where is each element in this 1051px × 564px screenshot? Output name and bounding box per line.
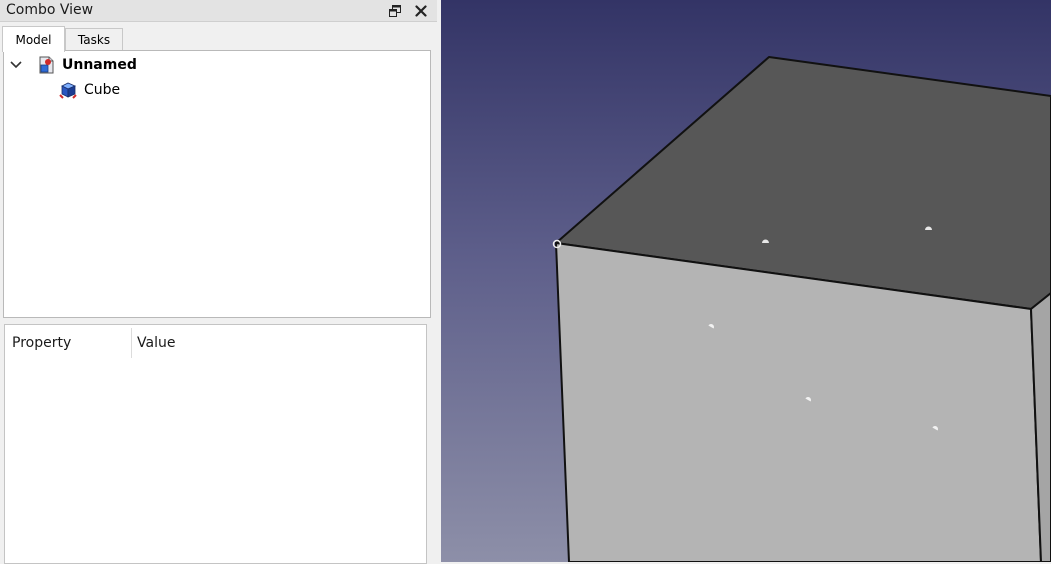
tree-item-unnamed[interactable]: Unnamed	[8, 54, 137, 76]
tree-item-label: Unnamed	[62, 57, 137, 73]
combo-view: Combo View Model Tasks Unnamed Cube Prop…	[0, 0, 437, 564]
property-header: Property Value	[5, 325, 426, 361]
tab-tasks[interactable]: Tasks	[65, 28, 123, 51]
combo-view-title: Combo View	[6, 2, 94, 18]
combo-view-title-bar: Combo View	[0, 0, 437, 22]
3d-scene[interactable]	[441, 0, 1051, 562]
tab-model[interactable]: Model	[2, 26, 65, 52]
float-window-icon[interactable]	[386, 2, 404, 20]
column-header-property[interactable]: Property	[12, 325, 130, 361]
3d-viewport[interactable]	[441, 0, 1051, 562]
tree-item-cube[interactable]: Cube	[58, 79, 120, 101]
document-icon	[36, 55, 56, 75]
chevron-down-icon[interactable]	[8, 57, 24, 73]
model-tree[interactable]: Unnamed Cube	[3, 50, 431, 318]
close-icon[interactable]	[412, 2, 430, 20]
column-divider[interactable]	[131, 328, 132, 358]
column-header-value[interactable]: Value	[137, 325, 337, 361]
combo-view-tabs: Model Tasks	[0, 26, 437, 52]
cube-icon	[58, 80, 78, 100]
tree-item-label: Cube	[84, 82, 121, 98]
property-view[interactable]: Property Value	[4, 324, 427, 564]
